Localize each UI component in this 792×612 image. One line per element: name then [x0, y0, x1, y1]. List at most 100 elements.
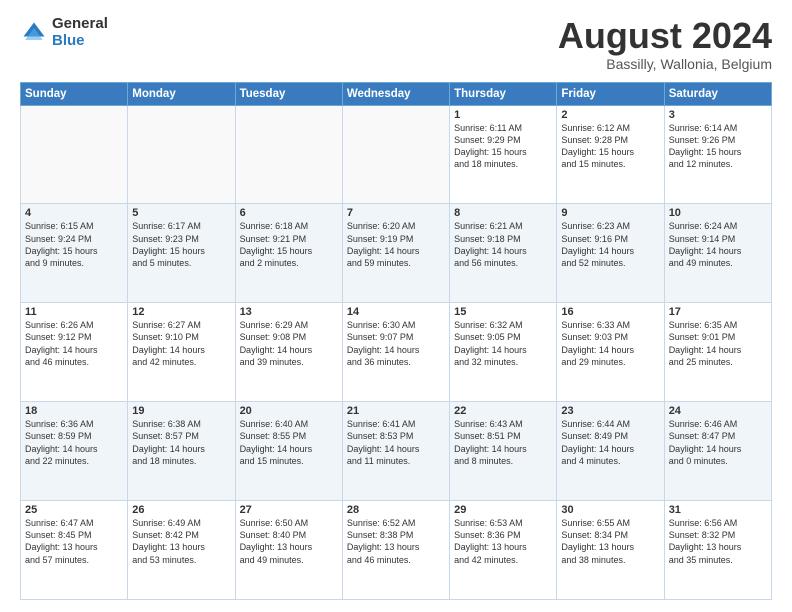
day-info: Sunrise: 6:56 AMSunset: 8:32 PMDaylight:…	[669, 517, 767, 566]
day-info: Sunrise: 6:50 AMSunset: 8:40 PMDaylight:…	[240, 517, 338, 566]
day-number: 2	[561, 109, 659, 121]
day-number: 12	[132, 306, 230, 318]
table-row: 24Sunrise: 6:46 AMSunset: 8:47 PMDayligh…	[664, 402, 771, 501]
day-number: 9	[561, 207, 659, 219]
day-info: Sunrise: 6:35 AMSunset: 9:01 PMDaylight:…	[669, 319, 767, 368]
day-number: 18	[25, 405, 123, 417]
day-info: Sunrise: 6:12 AMSunset: 9:28 PMDaylight:…	[561, 122, 659, 171]
table-row	[128, 105, 235, 204]
day-number: 1	[454, 109, 552, 121]
col-friday: Friday	[557, 82, 664, 105]
day-info: Sunrise: 6:30 AMSunset: 9:07 PMDaylight:…	[347, 319, 445, 368]
table-row: 9Sunrise: 6:23 AMSunset: 9:16 PMDaylight…	[557, 204, 664, 303]
day-info: Sunrise: 6:23 AMSunset: 9:16 PMDaylight:…	[561, 220, 659, 269]
calendar-week-5: 25Sunrise: 6:47 AMSunset: 8:45 PMDayligh…	[21, 501, 772, 600]
table-row: 12Sunrise: 6:27 AMSunset: 9:10 PMDayligh…	[128, 303, 235, 402]
day-info: Sunrise: 6:17 AMSunset: 9:23 PMDaylight:…	[132, 220, 230, 269]
day-info: Sunrise: 6:11 AMSunset: 9:29 PMDaylight:…	[454, 122, 552, 171]
logo-blue-text: Blue	[52, 33, 108, 50]
day-number: 19	[132, 405, 230, 417]
day-number: 15	[454, 306, 552, 318]
table-row: 17Sunrise: 6:35 AMSunset: 9:01 PMDayligh…	[664, 303, 771, 402]
calendar-week-3: 11Sunrise: 6:26 AMSunset: 9:12 PMDayligh…	[21, 303, 772, 402]
day-number: 30	[561, 504, 659, 516]
table-row: 16Sunrise: 6:33 AMSunset: 9:03 PMDayligh…	[557, 303, 664, 402]
table-row: 27Sunrise: 6:50 AMSunset: 8:40 PMDayligh…	[235, 501, 342, 600]
day-number: 22	[454, 405, 552, 417]
table-row: 15Sunrise: 6:32 AMSunset: 9:05 PMDayligh…	[450, 303, 557, 402]
day-number: 17	[669, 306, 767, 318]
logo: General Blue	[20, 16, 108, 49]
month-title: August 2024	[558, 16, 772, 56]
calendar-header-row: Sunday Monday Tuesday Wednesday Thursday…	[21, 82, 772, 105]
day-number: 25	[25, 504, 123, 516]
calendar-week-4: 18Sunrise: 6:36 AMSunset: 8:59 PMDayligh…	[21, 402, 772, 501]
table-row: 6Sunrise: 6:18 AMSunset: 9:21 PMDaylight…	[235, 204, 342, 303]
col-wednesday: Wednesday	[342, 82, 449, 105]
day-info: Sunrise: 6:52 AMSunset: 8:38 PMDaylight:…	[347, 517, 445, 566]
table-row: 1Sunrise: 6:11 AMSunset: 9:29 PMDaylight…	[450, 105, 557, 204]
logo-icon	[20, 19, 48, 47]
day-number: 8	[454, 207, 552, 219]
day-info: Sunrise: 6:29 AMSunset: 9:08 PMDaylight:…	[240, 319, 338, 368]
logo-general: General	[52, 16, 108, 33]
day-info: Sunrise: 6:20 AMSunset: 9:19 PMDaylight:…	[347, 220, 445, 269]
day-number: 16	[561, 306, 659, 318]
day-info: Sunrise: 6:47 AMSunset: 8:45 PMDaylight:…	[25, 517, 123, 566]
table-row: 7Sunrise: 6:20 AMSunset: 9:19 PMDaylight…	[342, 204, 449, 303]
day-number: 31	[669, 504, 767, 516]
day-number: 11	[25, 306, 123, 318]
table-row: 22Sunrise: 6:43 AMSunset: 8:51 PMDayligh…	[450, 402, 557, 501]
day-info: Sunrise: 6:32 AMSunset: 9:05 PMDaylight:…	[454, 319, 552, 368]
page: General Blue August 2024 Bassilly, Wallo…	[0, 0, 792, 612]
table-row: 25Sunrise: 6:47 AMSunset: 8:45 PMDayligh…	[21, 501, 128, 600]
day-info: Sunrise: 6:15 AMSunset: 9:24 PMDaylight:…	[25, 220, 123, 269]
table-row: 19Sunrise: 6:38 AMSunset: 8:57 PMDayligh…	[128, 402, 235, 501]
day-number: 27	[240, 504, 338, 516]
day-number: 5	[132, 207, 230, 219]
day-info: Sunrise: 6:21 AMSunset: 9:18 PMDaylight:…	[454, 220, 552, 269]
table-row: 29Sunrise: 6:53 AMSunset: 8:36 PMDayligh…	[450, 501, 557, 600]
day-number: 6	[240, 207, 338, 219]
table-row: 20Sunrise: 6:40 AMSunset: 8:55 PMDayligh…	[235, 402, 342, 501]
day-number: 26	[132, 504, 230, 516]
table-row: 30Sunrise: 6:55 AMSunset: 8:34 PMDayligh…	[557, 501, 664, 600]
table-row: 28Sunrise: 6:52 AMSunset: 8:38 PMDayligh…	[342, 501, 449, 600]
day-info: Sunrise: 6:24 AMSunset: 9:14 PMDaylight:…	[669, 220, 767, 269]
col-tuesday: Tuesday	[235, 82, 342, 105]
day-info: Sunrise: 6:43 AMSunset: 8:51 PMDaylight:…	[454, 418, 552, 467]
location-subtitle: Bassilly, Wallonia, Belgium	[558, 56, 772, 72]
logo-text: General Blue	[52, 16, 108, 49]
day-info: Sunrise: 6:41 AMSunset: 8:53 PMDaylight:…	[347, 418, 445, 467]
day-info: Sunrise: 6:27 AMSunset: 9:10 PMDaylight:…	[132, 319, 230, 368]
table-row: 23Sunrise: 6:44 AMSunset: 8:49 PMDayligh…	[557, 402, 664, 501]
col-saturday: Saturday	[664, 82, 771, 105]
table-row	[21, 105, 128, 204]
calendar-table: Sunday Monday Tuesday Wednesday Thursday…	[20, 82, 772, 600]
day-info: Sunrise: 6:44 AMSunset: 8:49 PMDaylight:…	[561, 418, 659, 467]
table-row: 10Sunrise: 6:24 AMSunset: 9:14 PMDayligh…	[664, 204, 771, 303]
day-number: 21	[347, 405, 445, 417]
table-row: 2Sunrise: 6:12 AMSunset: 9:28 PMDaylight…	[557, 105, 664, 204]
table-row: 26Sunrise: 6:49 AMSunset: 8:42 PMDayligh…	[128, 501, 235, 600]
table-row: 14Sunrise: 6:30 AMSunset: 9:07 PMDayligh…	[342, 303, 449, 402]
day-info: Sunrise: 6:14 AMSunset: 9:26 PMDaylight:…	[669, 122, 767, 171]
col-monday: Monday	[128, 82, 235, 105]
col-sunday: Sunday	[21, 82, 128, 105]
day-number: 24	[669, 405, 767, 417]
day-info: Sunrise: 6:26 AMSunset: 9:12 PMDaylight:…	[25, 319, 123, 368]
table-row: 13Sunrise: 6:29 AMSunset: 9:08 PMDayligh…	[235, 303, 342, 402]
table-row: 11Sunrise: 6:26 AMSunset: 9:12 PMDayligh…	[21, 303, 128, 402]
col-thursday: Thursday	[450, 82, 557, 105]
day-number: 29	[454, 504, 552, 516]
day-info: Sunrise: 6:55 AMSunset: 8:34 PMDaylight:…	[561, 517, 659, 566]
table-row: 18Sunrise: 6:36 AMSunset: 8:59 PMDayligh…	[21, 402, 128, 501]
day-number: 14	[347, 306, 445, 318]
day-number: 20	[240, 405, 338, 417]
calendar-week-1: 1Sunrise: 6:11 AMSunset: 9:29 PMDaylight…	[21, 105, 772, 204]
header: General Blue August 2024 Bassilly, Wallo…	[20, 16, 772, 72]
table-row: 4Sunrise: 6:15 AMSunset: 9:24 PMDaylight…	[21, 204, 128, 303]
table-row: 31Sunrise: 6:56 AMSunset: 8:32 PMDayligh…	[664, 501, 771, 600]
day-info: Sunrise: 6:18 AMSunset: 9:21 PMDaylight:…	[240, 220, 338, 269]
day-info: Sunrise: 6:33 AMSunset: 9:03 PMDaylight:…	[561, 319, 659, 368]
